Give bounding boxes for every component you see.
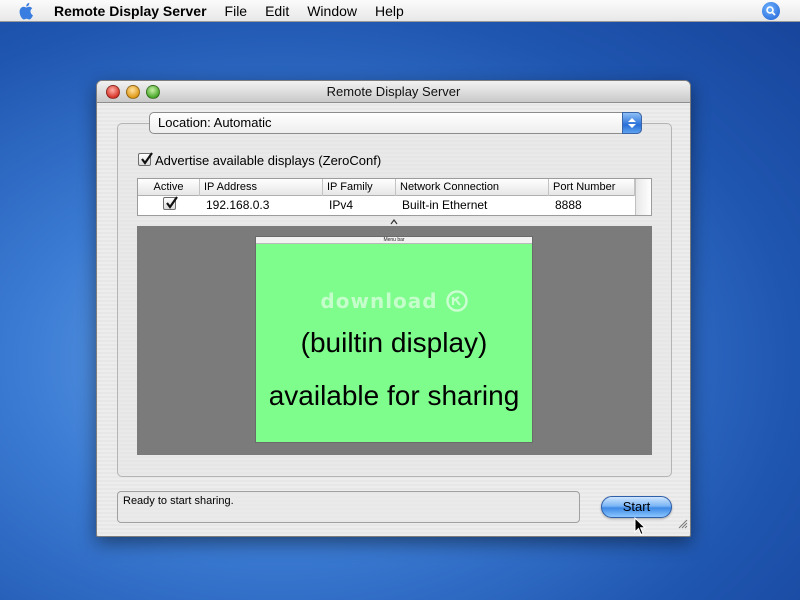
menu-app-name[interactable]: Remote Display Server xyxy=(54,3,207,19)
resize-grip-icon[interactable] xyxy=(677,516,688,534)
preview-menu-bar: Menu bar xyxy=(256,237,532,244)
table-header: Active IP Address IP Family Network Conn… xyxy=(138,179,635,196)
location-popup[interactable]: Location: Automatic xyxy=(149,112,642,134)
cell-ip-family: IPv4 xyxy=(329,198,354,212)
column-header-ip-address[interactable]: IP Address xyxy=(200,179,323,196)
column-header-port-number[interactable]: Port Number xyxy=(549,179,635,196)
menu-file[interactable]: File xyxy=(225,3,248,19)
display-name-text: (builtin display) xyxy=(300,327,488,358)
checkmark-icon xyxy=(166,196,178,209)
column-header-network-connection[interactable]: Network Connection xyxy=(396,179,549,196)
advertise-label: Advertise available displays (ZeroConf) xyxy=(155,153,382,168)
display-preview-area: Menu bar download (builtin display) avai… xyxy=(137,226,652,455)
cell-ip-address: 192.168.0.3 xyxy=(206,198,270,212)
cell-port-number: 8888 xyxy=(555,198,582,212)
menu-help[interactable]: Help xyxy=(375,3,404,19)
row-active-checkbox[interactable] xyxy=(163,196,178,210)
table-row[interactable]: 192.168.0.3 IPv4 Built-in Ethernet 8888 xyxy=(138,196,635,214)
start-button[interactable]: Start xyxy=(601,496,672,518)
display-status-text: available for sharing xyxy=(268,380,520,411)
menu-bar: Remote Display Server File Edit Window H… xyxy=(0,0,800,22)
status-field: Ready to start sharing. xyxy=(117,491,580,523)
mouse-pointer-icon xyxy=(634,516,647,541)
cell-network-connection: Built-in Ethernet xyxy=(402,198,488,212)
location-popup-label: Location: Automatic xyxy=(158,115,272,130)
window-title: Remote Display Server xyxy=(326,84,461,99)
popup-arrows-icon xyxy=(622,112,642,134)
main-window: Remote Display Server Location: Automati… xyxy=(96,80,691,537)
menu-window[interactable]: Window xyxy=(307,3,357,19)
advertise-checkbox[interactable] xyxy=(138,152,153,166)
watermark-text: download xyxy=(320,289,438,313)
column-header-ip-family[interactable]: IP Family xyxy=(323,179,396,196)
close-button[interactable] xyxy=(106,85,120,99)
watermark-badge-icon xyxy=(445,290,468,312)
minimize-button[interactable] xyxy=(126,85,140,99)
network-table: Active IP Address IP Family Network Conn… xyxy=(137,178,652,216)
column-header-active[interactable]: Active xyxy=(138,179,200,196)
zoom-button[interactable] xyxy=(146,85,160,99)
builtin-display-preview[interactable]: Menu bar download (builtin display) avai… xyxy=(255,236,533,443)
title-bar[interactable]: Remote Display Server xyxy=(97,81,690,103)
checkmark-icon xyxy=(141,152,153,165)
table-scrollbar[interactable] xyxy=(635,179,651,215)
splitter-caret-icon xyxy=(390,219,398,225)
menu-edit[interactable]: Edit xyxy=(265,3,289,19)
watermark-logo: download xyxy=(256,289,532,313)
apple-menu-icon[interactable] xyxy=(16,0,38,22)
spotlight-icon[interactable] xyxy=(762,2,780,20)
